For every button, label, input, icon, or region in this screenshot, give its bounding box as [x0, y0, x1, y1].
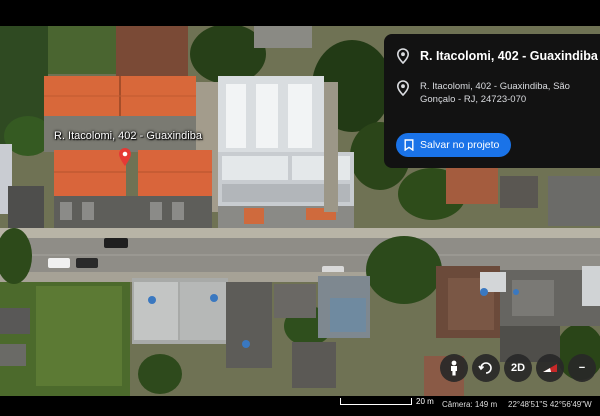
- map-viewer: R. Itacolomi, 402 - Guaxindiba R. Itacol…: [0, 0, 600, 416]
- place-info-panel: R. Itacolomi, 402 - Guaxindiba R. Itacol…: [384, 34, 600, 168]
- scale-indicator: 20 m: [340, 397, 434, 406]
- top-bar: [0, 0, 600, 26]
- layers-button[interactable]: [536, 354, 564, 382]
- view-mode-toggle[interactable]: 2D: [504, 354, 532, 382]
- panel-title-row: R. Itacolomi, 402 - Guaxindiba: [396, 48, 598, 64]
- camera-altitude: Câmera: 149 m: [442, 400, 498, 409]
- place-marker-icon: [396, 48, 410, 64]
- pegman-button[interactable]: [440, 354, 468, 382]
- save-to-project-button[interactable]: Salvar no projeto: [396, 133, 512, 157]
- location-pin-icon[interactable]: [119, 148, 131, 166]
- scale-label: 20 m: [416, 397, 434, 406]
- scale-bar: [340, 398, 412, 405]
- rotate-icon: [478, 362, 492, 374]
- map-place-label[interactable]: R. Itacolomi, 402 - Guaxindiba: [54, 130, 202, 142]
- panel-title: R. Itacolomi, 402 - Guaxindiba: [420, 49, 598, 63]
- full-address: R. Itacolomi, 402 - Guaxindiba, São Gonç…: [420, 81, 570, 105]
- save-button-label: Salvar no projeto: [420, 139, 500, 151]
- pegman-icon: [451, 360, 457, 376]
- layers-icon: [543, 364, 557, 372]
- bookmark-icon: [404, 139, 414, 151]
- panel-address-row: R. Itacolomi, 402 - Guaxindiba, São Gonç…: [396, 80, 590, 106]
- coordinates-readout: 22°48'51"S 42°56'49"W: [508, 400, 592, 409]
- address-marker-icon: [396, 80, 410, 96]
- zoom-out-button[interactable]: −: [568, 354, 596, 382]
- rotate-button[interactable]: [472, 354, 500, 382]
